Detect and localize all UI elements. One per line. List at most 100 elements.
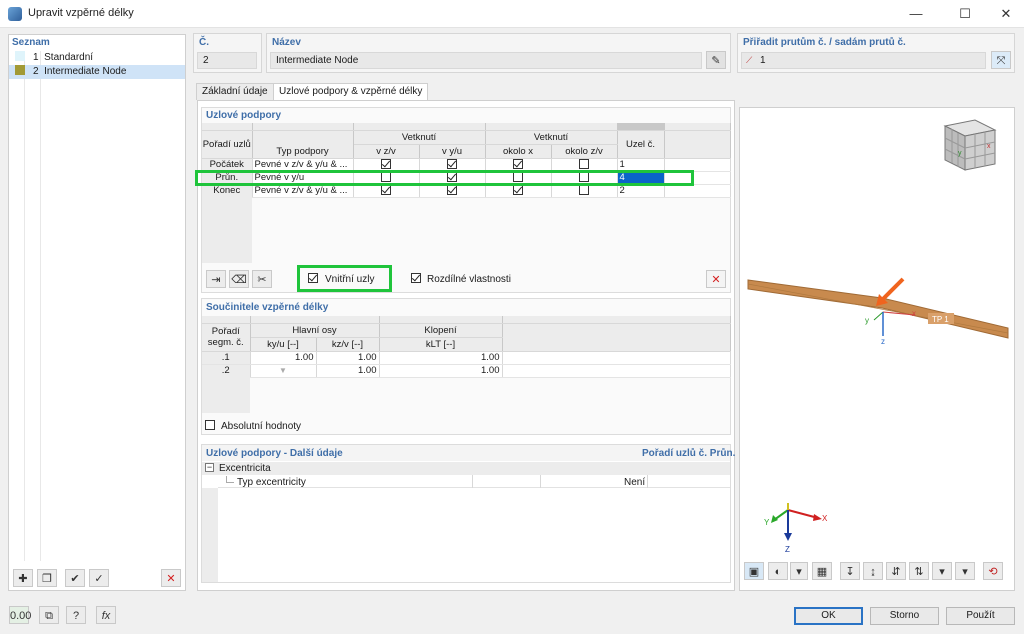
absolute-values-checkbox[interactable]: [205, 420, 215, 431]
view-minus-z-icon[interactable]: ⇅: [909, 562, 929, 580]
local-x-label: x: [912, 309, 916, 318]
row-header-filler: [202, 197, 252, 263]
tree-guide: [40, 51, 41, 561]
row-header-filler: [202, 377, 250, 413]
different-properties-checkbox[interactable]: [411, 273, 421, 284]
local-z-label: z: [881, 337, 885, 346]
same-as-above-icon: ▼: [279, 365, 287, 375]
col-ox: okolo x: [485, 144, 552, 159]
copy-item-icon[interactable]: ❐: [37, 569, 57, 587]
title-bar: [0, 0, 1024, 28]
delete-row-icon[interactable]: ⌫: [229, 270, 249, 288]
delete-item-icon[interactable]: ✕: [161, 569, 181, 587]
checkbox[interactable]: [447, 158, 457, 169]
view-x-icon[interactable]: ↧: [840, 562, 860, 580]
viewport-graphics: y x TP 1 x y z X Y Z: [747, 119, 1009, 554]
minimize-button[interactable]: —: [898, 0, 934, 28]
col-support-type: Typ podpory: [252, 130, 354, 159]
view-z-icon[interactable]: ⇵: [886, 562, 906, 580]
global-y-label: Y: [764, 518, 770, 527]
new-item-icon[interactable]: ✚: [13, 569, 33, 587]
col-ky: ky/u [--]: [250, 337, 317, 352]
check-partial-icon[interactable]: ✓: [89, 569, 109, 587]
different-properties-label: Rozdílné vlastnosti: [427, 274, 511, 285]
insert-row-icon[interactable]: ⇥: [206, 270, 226, 288]
checkbox[interactable]: [381, 184, 391, 195]
buckling-table: Pořadí segm. č. Hlavní osy Klopení ky/u …: [202, 316, 731, 378]
col-node: Uzel č.: [617, 130, 665, 159]
checkbox[interactable]: [579, 184, 589, 195]
reset-view-icon[interactable]: ⟲: [983, 562, 1003, 580]
col-vz: v z/v: [353, 144, 420, 159]
list-header: Seznam: [12, 37, 50, 48]
member-beam[interactable]: [747, 279, 1009, 339]
nodal-supports-title: Uzlové podpory: [206, 110, 282, 121]
load-settings-icon[interactable]: ⧉: [39, 606, 59, 624]
edit-name-icon[interactable]: ✎: [706, 51, 726, 69]
ok-button[interactable]: OK: [794, 607, 863, 625]
app-icon: [8, 7, 22, 21]
tree-guide: [24, 51, 25, 561]
units-button[interactable]: 0.00: [9, 606, 31, 624]
table-row[interactable]: .2 ▼ 1.00 1.00: [202, 364, 731, 378]
local-axes-icon: [873, 311, 916, 336]
global-z-label: Z: [785, 545, 790, 554]
table-row[interactable]: .1 1.00 1.00 1.00: [202, 351, 731, 365]
apply-button[interactable]: Použít: [946, 607, 1015, 625]
delete-all-icon[interactable]: ✕: [706, 270, 726, 288]
checkbox[interactable]: [579, 158, 589, 169]
name-label: Název: [272, 37, 301, 48]
list-item-intermediate-node[interactable]: 2 Intermediate Node: [9, 65, 185, 79]
dropdown-icon[interactable]: ▾: [790, 562, 808, 580]
col-order: Pořadí uzlů: [202, 130, 253, 159]
cancel-button[interactable]: Storno: [870, 607, 939, 625]
local-y-label: y: [865, 316, 869, 325]
assign-field[interactable]: 1: [741, 52, 986, 69]
col-lt-group: Klopení: [379, 323, 503, 338]
col-kz: kz/v [--]: [316, 337, 380, 352]
check-all-icon[interactable]: ✔: [65, 569, 85, 587]
global-x-label: X: [822, 514, 828, 523]
checkbox[interactable]: [513, 158, 523, 169]
eccentricity-type-label: Typ excentricity: [237, 477, 306, 488]
view-minus-y-icon[interactable]: ↨: [863, 562, 883, 580]
formula-icon[interactable]: fx: [96, 606, 116, 624]
number-field[interactable]: 2: [197, 52, 257, 69]
help-icon[interactable]: ?: [66, 606, 86, 624]
maximize-button[interactable]: ☐: [947, 0, 983, 28]
member-label: TP 1: [932, 315, 949, 324]
member-icon: ⟋: [746, 55, 753, 65]
render-icon[interactable]: ▦: [812, 562, 832, 580]
col-main-axes: Hlavní osy: [250, 323, 380, 338]
collapse-icon[interactable]: −: [205, 463, 214, 472]
checkbox[interactable]: [447, 184, 457, 195]
number-label: Č.: [199, 37, 209, 48]
checkbox[interactable]: [381, 158, 391, 169]
group-row[interactable]: [202, 462, 730, 475]
list-item-standard[interactable]: 1 Standardní: [9, 51, 185, 65]
visibility-icon[interactable]: ◐: [768, 562, 788, 580]
checkbox[interactable]: [513, 184, 523, 195]
projection-dropdown-icon[interactable]: ▾: [932, 562, 952, 580]
list-panel: [8, 34, 186, 591]
col-klt: kLT [--]: [379, 337, 503, 352]
tree-connector: [226, 476, 234, 483]
svg-text:x: x: [987, 143, 991, 150]
more-data-title: Uzlové podpory - Další údaje: [206, 448, 343, 459]
name-field[interactable]: Intermediate Node: [270, 52, 702, 69]
view-dropdown-icon[interactable]: ▾: [955, 562, 975, 580]
assign-label: Přiřadit prutům č. / sadám prutů č.: [743, 37, 906, 48]
col-rotation-group: Vetknutí: [485, 130, 618, 145]
display-options-icon[interactable]: ▣: [744, 562, 764, 580]
close-button[interactable]: ✕: [988, 0, 1024, 28]
nodal-supports-table: Pořadí uzlů Typ podpory Vetknutí Vetknut…: [202, 123, 731, 198]
view-cube-icon[interactable]: y x: [943, 119, 997, 171]
eccentricity-type-value[interactable]: Není: [624, 477, 645, 488]
inner-nodes-checkbox[interactable]: [308, 273, 318, 284]
color-swatch: [15, 51, 25, 61]
tab-basic[interactable]: Základní údaje: [196, 83, 274, 100]
clear-rows-icon[interactable]: ✂: [252, 270, 272, 288]
tab-nodal-supports[interactable]: Uzlové podpory & vzpěrné délky: [273, 83, 429, 100]
select-members-icon[interactable]: ⤧: [991, 51, 1011, 69]
buckling-title: Součinitele vzpěrné délky: [206, 302, 329, 313]
